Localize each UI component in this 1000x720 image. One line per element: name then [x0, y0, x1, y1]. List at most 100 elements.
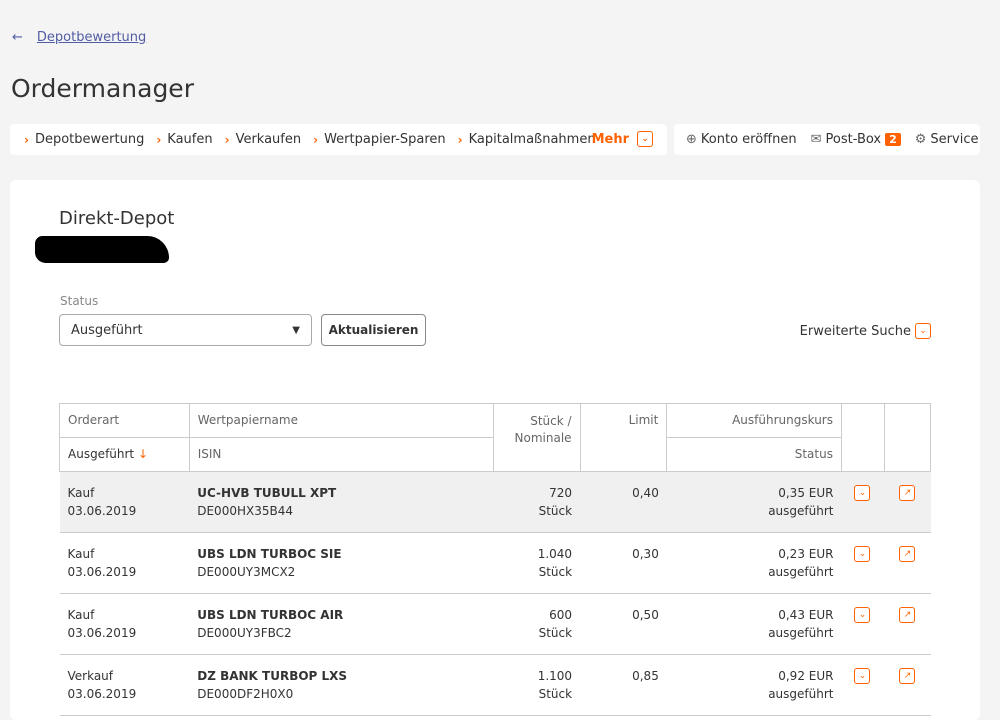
execution-price: 0,92 EUR [778, 669, 834, 683]
open-account-link[interactable]: ⊕ Konto eröffnen [686, 132, 797, 147]
chart-cell: ↗ [884, 471, 931, 533]
page-title: Ordermanager [11, 74, 194, 103]
order-type: Verkauf [67, 669, 114, 683]
sort-label: Ausgeführt [68, 447, 135, 461]
unit: Stück [538, 626, 573, 640]
nav-item-kaufen[interactable]: › Kaufen [156, 132, 212, 147]
order-status: ausgeführt [768, 504, 834, 518]
order-status: ausgeführt [768, 565, 834, 579]
quantity: 600 [549, 608, 573, 622]
nav-label: Verkaufen [235, 132, 302, 147]
nav-label: Kaufen [167, 132, 213, 147]
refresh-button[interactable]: Aktualisieren [321, 314, 426, 346]
chart-trend-icon[interactable]: ↗ [899, 607, 916, 623]
main-nav: › Depotbewertung › Kaufen › Verkaufen › Wert… [10, 124, 667, 155]
chevron-right-icon: › [224, 132, 230, 147]
nav-item-depotbewertung[interactable]: › Depotbewertung [24, 132, 144, 147]
sort-arrow-down-icon: ↓ [137, 447, 149, 461]
chart-trend-icon[interactable]: ↗ [899, 485, 916, 501]
status-select[interactable]: Ausgeführt ▼ [59, 314, 312, 346]
table-row[interactable]: Verkauf 03.06.2019 DZ BANK TURBOP LXS DE00… [59, 654, 931, 716]
nav-label: Wertpapier-Sparen [324, 132, 446, 147]
unit: Stück [538, 687, 573, 701]
postbox-label: Post-Box [825, 132, 882, 147]
chart-cell: ↗ [884, 532, 931, 594]
chevron-right-icon: › [24, 132, 29, 147]
service-label: Service [930, 132, 979, 147]
back-link[interactable]: ← Depotbewertung [12, 30, 146, 45]
chevron-right-icon: › [156, 132, 162, 147]
chevron-right-icon: › [457, 132, 463, 147]
table-row[interactable]: Kauf 03.06.2019 UBS LDN TURBOC SIE DE000UY… [59, 532, 931, 594]
security-cell: UBS LDN TURBOC AIR DE000UY3FBC2 [189, 593, 494, 655]
quantity: 720 [549, 486, 573, 500]
order-status: ausgeführt [768, 626, 834, 640]
chevron-down-icon[interactable]: ⌄ [854, 485, 871, 501]
status-label: Status [60, 294, 99, 308]
gear-icon: ⚙ [914, 132, 927, 147]
limit-cell: 0,50 [580, 593, 667, 655]
col-orderart[interactable]: Orderart [59, 403, 190, 438]
quantity-cell: 600 Stück [493, 593, 581, 655]
nav-item-kapitalmassnahmen[interactable]: › Kapitalmaßnahmen [458, 132, 596, 147]
order-status: ausgeführt [768, 687, 834, 701]
order-date: 03.06.2019 [67, 504, 137, 518]
col-limit[interactable]: Limit [579, 403, 668, 472]
orderart-cell: Kauf 03.06.2019 [59, 532, 190, 594]
orderart-cell: Kauf 03.06.2019 [59, 471, 190, 533]
chevron-down-icon[interactable]: ⌄ [854, 607, 871, 623]
caret-down-icon: ▼ [292, 324, 300, 336]
price-cell: 0,43 EUR ausgeführt [666, 593, 842, 655]
chart-cell: ↗ [884, 654, 931, 716]
price-cell: 0,23 EUR ausgeführt [666, 532, 842, 594]
execution-price: 0,23 EUR [778, 547, 834, 561]
unit: Stück [538, 565, 573, 579]
secondary-nav: ⊕ Konto eröffnen ✉ Post-Box 2 ⚙ Service [674, 124, 980, 155]
advanced-search-toggle[interactable]: Erweiterte Suche ⌄ [800, 323, 931, 339]
nav-label: Kapitalmaßnahmen [468, 132, 596, 147]
col-chart [883, 403, 932, 472]
order-type: Kauf [67, 486, 95, 500]
chevron-down-icon: ⌄ [915, 323, 931, 339]
isin: DE000UY3FBC2 [197, 626, 292, 640]
quantity-cell: 1.100 Stück [493, 654, 581, 716]
order-type: Kauf [67, 547, 95, 561]
postbox-link[interactable]: ✉ Post-Box 2 [811, 132, 901, 147]
col-status[interactable]: Status [666, 437, 842, 472]
depot-name: Direkt-Depot [59, 208, 175, 229]
execution-price: 0,35 EUR [778, 486, 834, 500]
orderart-cell: Kauf 03.06.2019 [59, 593, 190, 655]
chevron-down-icon[interactable]: ⌄ [854, 546, 871, 562]
quantity: 1.100 [537, 669, 573, 683]
arrow-left-icon: ← [12, 30, 23, 45]
nav-item-verkaufen[interactable]: › Verkaufen [225, 132, 302, 147]
col-kurs[interactable]: Ausführungskurs [666, 403, 842, 438]
chart-trend-icon[interactable]: ↗ [899, 668, 916, 684]
order-date: 03.06.2019 [67, 626, 137, 640]
limit-cell: 0,85 [580, 654, 667, 716]
expand-cell: ⌄ [841, 471, 885, 533]
security-cell: UC-HVB TUBULL XPT DE000HX35B44 [189, 471, 494, 533]
plus-circle-icon: ⊕ [686, 132, 697, 147]
chart-trend-icon[interactable]: ↗ [899, 546, 916, 562]
open-account-label: Konto eröffnen [700, 132, 797, 147]
isin: DE000UY3MCX2 [197, 565, 296, 579]
isin: DE000HX35B44 [197, 504, 293, 518]
chart-cell: ↗ [884, 593, 931, 655]
col-wertpapier[interactable]: Wertpapiername [188, 403, 494, 438]
more-menu-button[interactable]: Mehr ⌄ [592, 131, 653, 147]
col-ausgefuehrt[interactable]: Ausgeführt ↓ [59, 437, 190, 472]
table-row[interactable]: Kauf 03.06.2019 UC-HVB TUBULL XPT DE000HX3… [59, 471, 931, 533]
security-name: UBS LDN TURBOC AIR [197, 608, 344, 622]
nav-label: Depotbewertung [34, 132, 145, 147]
nav-item-wertpapier-sparen[interactable]: › Wertpapier-Sparen [313, 132, 446, 147]
col-stueck[interactable]: Stück / Nominale [492, 403, 581, 472]
isin: DE000DF2H0X0 [197, 687, 294, 701]
security-name: UC-HVB TUBULL XPT [197, 486, 337, 500]
col-isin[interactable]: ISIN [188, 437, 494, 472]
table-row[interactable]: Kauf 03.06.2019 UBS LDN TURBOC AIR DE000UY… [59, 593, 931, 655]
service-link[interactable]: ⚙ Service [915, 132, 979, 147]
chevron-down-icon[interactable]: ⌄ [854, 668, 871, 684]
back-link-label[interactable]: Depotbewertung [37, 30, 146, 45]
envelope-icon: ✉ [810, 132, 822, 147]
